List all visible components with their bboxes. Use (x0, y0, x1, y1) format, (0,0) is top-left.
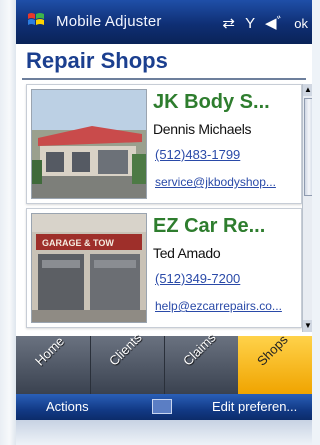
shop-phone-link[interactable]: (512)349-7200 (155, 271, 240, 286)
shop-contact: Dennis Michaels (153, 121, 252, 137)
page-title: Repair Shops (26, 48, 168, 73)
keyboard-icon[interactable] (152, 399, 172, 414)
shop-email-link[interactable]: help@ezcarrepairs.co... (155, 299, 301, 313)
device-screen: Mobile Adjuster ⇄ Y ◀ﾞ ok Repair Shops J… (16, 0, 312, 445)
shop-photo (31, 89, 147, 199)
svg-text:GARAGE & TOW: GARAGE & TOW (42, 238, 114, 248)
reflection (16, 420, 312, 445)
tab-bar: Home Clients Claims Shops (16, 330, 312, 394)
actions-softkey[interactable]: Actions (46, 399, 89, 414)
shop-list: JK Body S... Dennis Michaels (512)483-17… (22, 84, 302, 332)
speaker-icon[interactable]: ◀ﾞ (265, 15, 284, 32)
list-item[interactable]: GARAGE & TOW EZ Car Re... Ted Amado (512… (26, 208, 302, 328)
tab-label: Home (32, 333, 68, 369)
ok-button[interactable]: ok (294, 16, 308, 31)
shop-name[interactable]: EZ Car Re... (153, 215, 265, 238)
shop-contact: Ted Amado (153, 245, 221, 261)
list-item[interactable]: JK Body S... Dennis Michaels (512)483-17… (26, 84, 302, 204)
status-icons: ⇄ Y ◀ﾞ ok (216, 12, 308, 33)
scroll-down-arrow-icon[interactable]: ▼ (303, 320, 312, 332)
tab-clients[interactable]: Clients (90, 330, 165, 394)
tab-label: Shops (254, 331, 291, 369)
softkey-bar: Actions Edit preferen... (16, 394, 312, 420)
tab-home[interactable]: Home (16, 333, 91, 394)
sync-icon[interactable]: ⇄ (222, 15, 235, 32)
shop-phone-link[interactable]: (512)483-1799 (155, 147, 240, 162)
app-title: Mobile Adjuster (56, 13, 162, 30)
tab-label: Claims (180, 329, 219, 369)
status-bar: Mobile Adjuster ⇄ Y ◀ﾞ ok (16, 0, 312, 44)
tab-claims[interactable]: Claims (164, 330, 239, 394)
scroll-thumb[interactable] (304, 98, 312, 196)
scroll-up-arrow-icon[interactable]: ▲ (303, 84, 312, 96)
shop-name[interactable]: JK Body S... (153, 91, 270, 114)
title-divider (22, 78, 306, 80)
tab-label: Clients (106, 329, 145, 369)
shop-photo: GARAGE & TOW (31, 213, 147, 323)
edit-preferences-softkey[interactable]: Edit preferen... (212, 399, 297, 414)
shop-email-link[interactable]: service@jkbodyshop... (155, 175, 301, 189)
signal-icon[interactable]: Y (245, 15, 255, 32)
scrollbar[interactable]: ▲ ▼ (302, 84, 312, 332)
page-margin (0, 0, 16, 445)
windows-start-icon[interactable] (26, 10, 46, 30)
tab-shops[interactable]: Shops (238, 332, 312, 394)
